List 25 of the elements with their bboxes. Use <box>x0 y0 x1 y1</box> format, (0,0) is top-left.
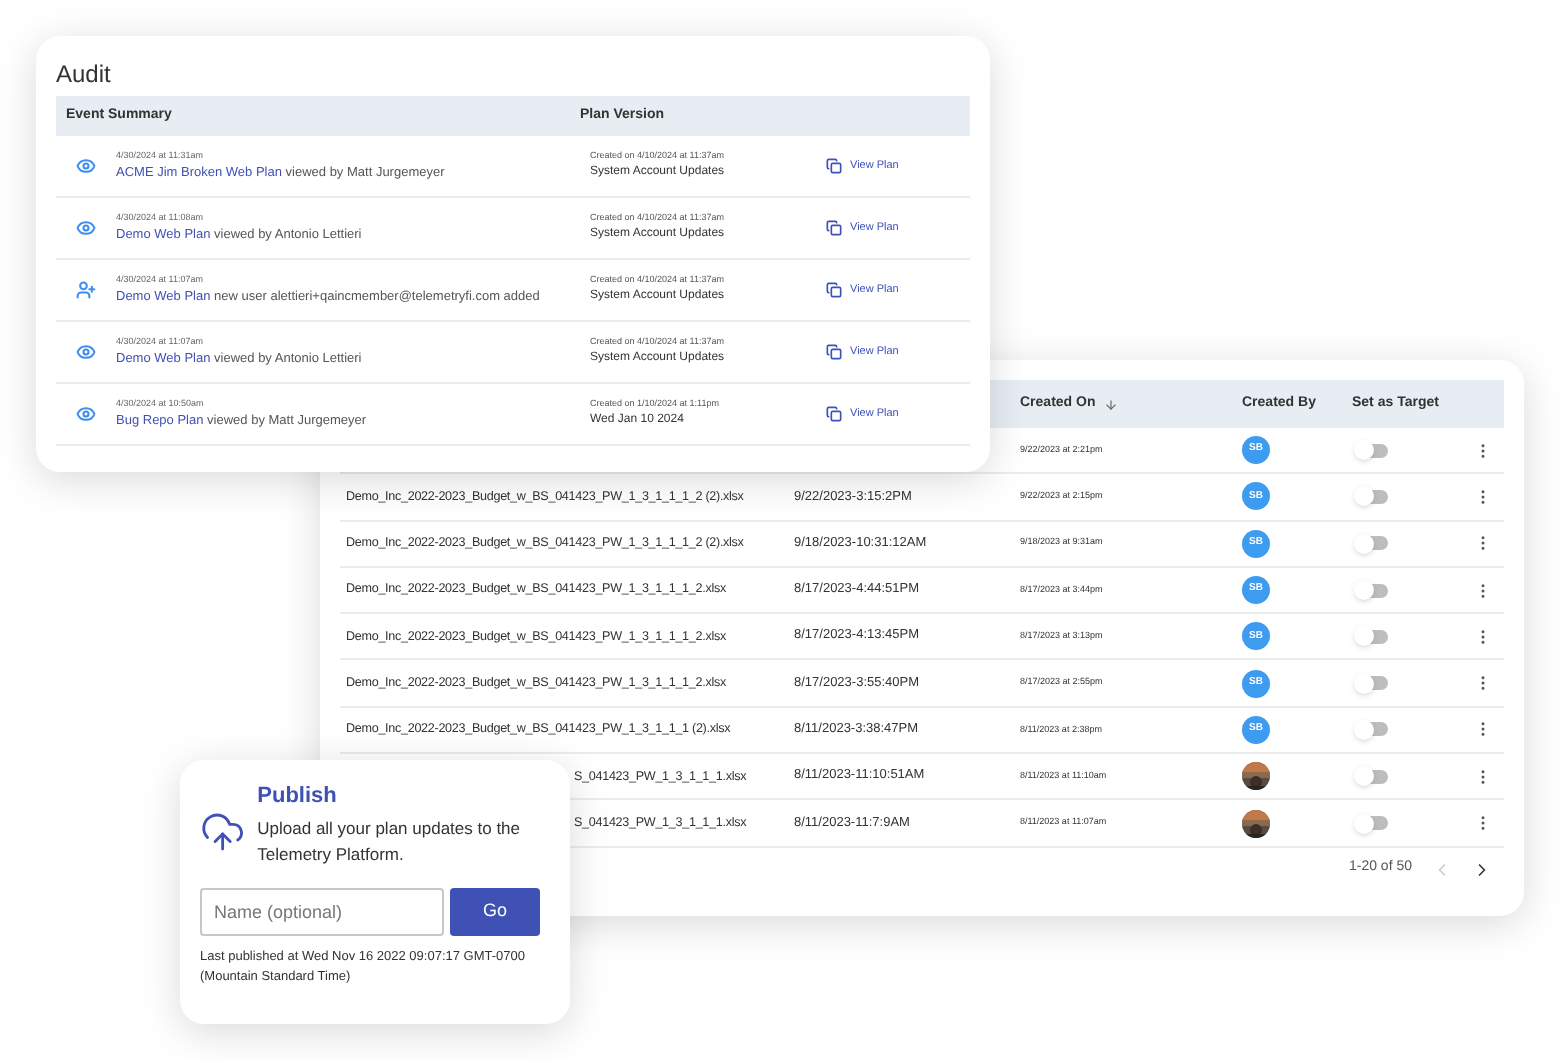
document-icon <box>826 344 842 360</box>
target-toggle[interactable] <box>1356 443 1388 458</box>
target-toggle[interactable] <box>1356 816 1388 831</box>
eye-icon <box>76 342 96 362</box>
eye-icon <box>76 404 96 424</box>
target-toggle[interactable] <box>1356 629 1388 644</box>
target-toggle[interactable] <box>1356 769 1388 784</box>
target-toggle[interactable] <box>1356 583 1388 598</box>
go-button[interactable]: Go <box>450 887 540 935</box>
sort-arrow-icon[interactable] <box>1103 397 1118 411</box>
target-toggle[interactable] <box>1356 676 1388 691</box>
document-icon <box>826 158 842 174</box>
document-icon <box>826 220 842 236</box>
document-icon <box>826 406 842 422</box>
eye-icon <box>76 156 96 176</box>
add-user-icon <box>76 280 96 300</box>
publish-description: Upload all your plan updates to the Telemetry Platform. <box>257 815 523 867</box>
audit-title: Audit <box>56 58 113 92</box>
eye-icon <box>76 218 96 238</box>
name-field[interactable]: Name (optional) <box>200 887 444 935</box>
target-toggle[interactable] <box>1356 536 1388 551</box>
publish-title: Publish <box>257 782 339 812</box>
document-icon <box>826 282 842 298</box>
target-toggle[interactable] <box>1356 489 1388 504</box>
target-toggle[interactable] <box>1356 722 1388 737</box>
